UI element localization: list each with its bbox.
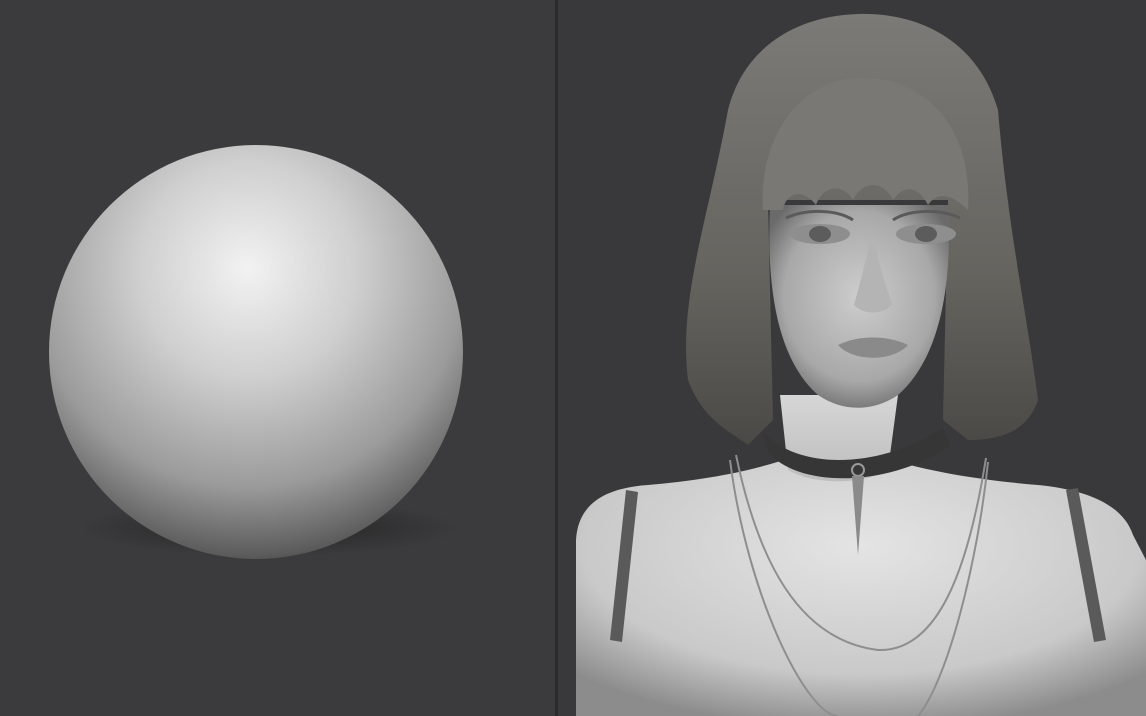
- right-iris: [915, 226, 937, 242]
- sphere-render: [49, 145, 463, 559]
- left-iris: [809, 226, 831, 242]
- left-viewport: [0, 0, 555, 716]
- viewport-comparison: [0, 0, 1146, 716]
- right-viewport: [558, 0, 1146, 716]
- sphere: [49, 145, 463, 559]
- bust-render: [576, 13, 1146, 716]
